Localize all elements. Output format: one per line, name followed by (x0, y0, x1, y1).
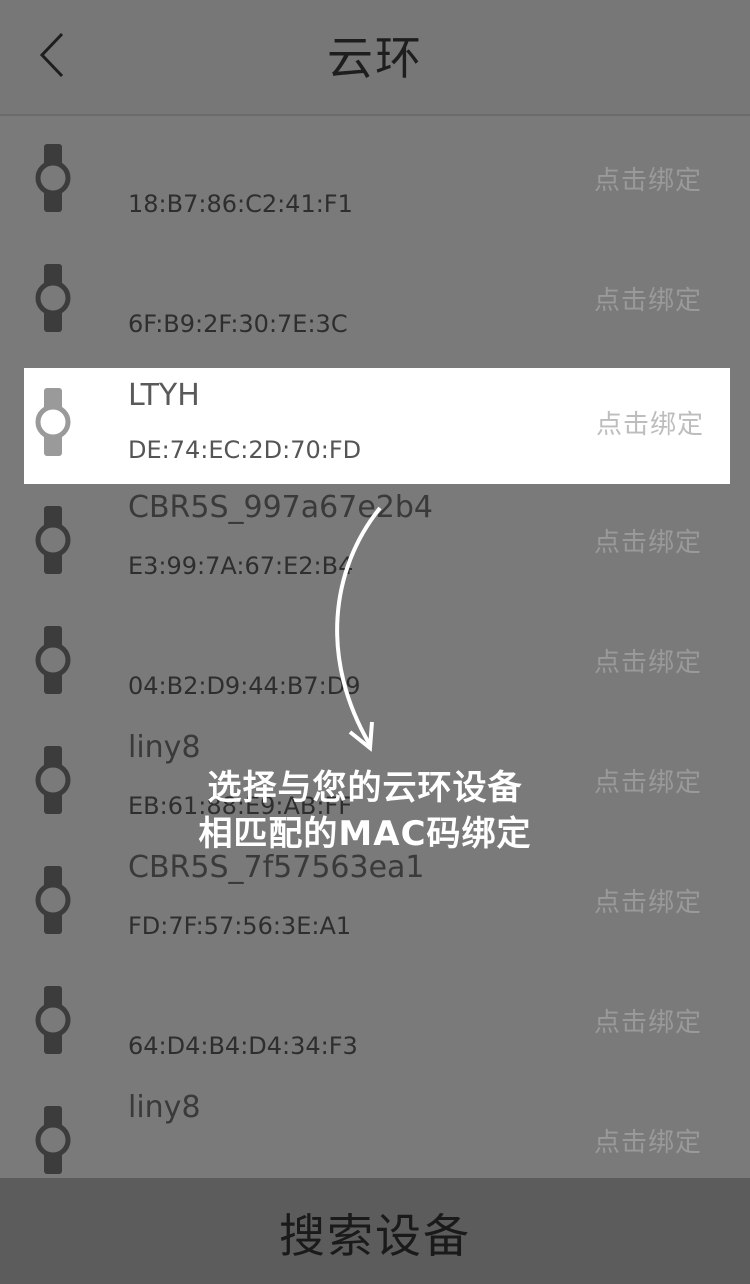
device-mac: 64:D4:B4:D4:34:F3 (128, 1032, 358, 1060)
watch-icon (35, 1106, 71, 1174)
device-name: liny8 (128, 730, 201, 765)
bind-button[interactable]: 点击绑定 (594, 642, 702, 679)
bind-button[interactable]: 点击绑定 (594, 160, 702, 197)
guide-line-2: 相匹配的MAC码绑定 (198, 814, 532, 854)
search-devices-button[interactable]: 搜索设备 (0, 1178, 750, 1284)
bind-button[interactable]: 点击绑定 (594, 882, 702, 919)
device-mac: DE:74:EC:2D:70:FD (128, 436, 362, 464)
watch-icon (35, 866, 71, 934)
device-row[interactable]: 18:B7:86:C2:41:F1 点击绑定 (0, 116, 750, 236)
device-name: LTYH (128, 378, 200, 413)
app-header: 云环 (0, 0, 750, 116)
watch-icon (35, 746, 71, 814)
device-row-highlighted[interactable]: LTYH DE:74:EC:2D:70:FD 点击绑定 (24, 368, 730, 484)
watch-icon (35, 626, 71, 694)
device-row[interactable]: 64:D4:B4:D4:34:F3 点击绑定 (0, 958, 750, 1078)
watch-icon (35, 986, 71, 1054)
device-row[interactable]: 6F:B9:2F:30:7E:3C 点击绑定 (0, 236, 750, 356)
device-mac: FD:7F:57:56:3E:A1 (128, 912, 352, 940)
bind-button[interactable]: 点击绑定 (594, 762, 702, 799)
bind-button[interactable]: 点击绑定 (594, 1002, 702, 1039)
device-name: liny8 (128, 1090, 201, 1125)
guide-tip: 选择与您的云环设备 相匹配的MAC码绑定 (180, 765, 550, 857)
watch-icon (35, 506, 71, 574)
guide-arrow-icon (335, 506, 382, 752)
bind-button[interactable]: 点击绑定 (594, 280, 702, 317)
watch-icon (35, 388, 71, 456)
bind-button[interactable]: 点击绑定 (594, 522, 702, 559)
search-devices-label: 搜索设备 (279, 1209, 471, 1263)
bind-button[interactable]: 点击绑定 (596, 404, 704, 441)
guide-line-1: 选择与您的云环设备 (207, 768, 523, 808)
bind-button[interactable]: 点击绑定 (594, 1122, 702, 1159)
device-mac: 6F:B9:2F:30:7E:3C (128, 310, 348, 338)
watch-icon (35, 144, 71, 212)
device-mac: 18:B7:86:C2:41:F1 (128, 190, 353, 218)
watch-icon (35, 264, 71, 332)
page-title: 云环 (327, 31, 423, 85)
